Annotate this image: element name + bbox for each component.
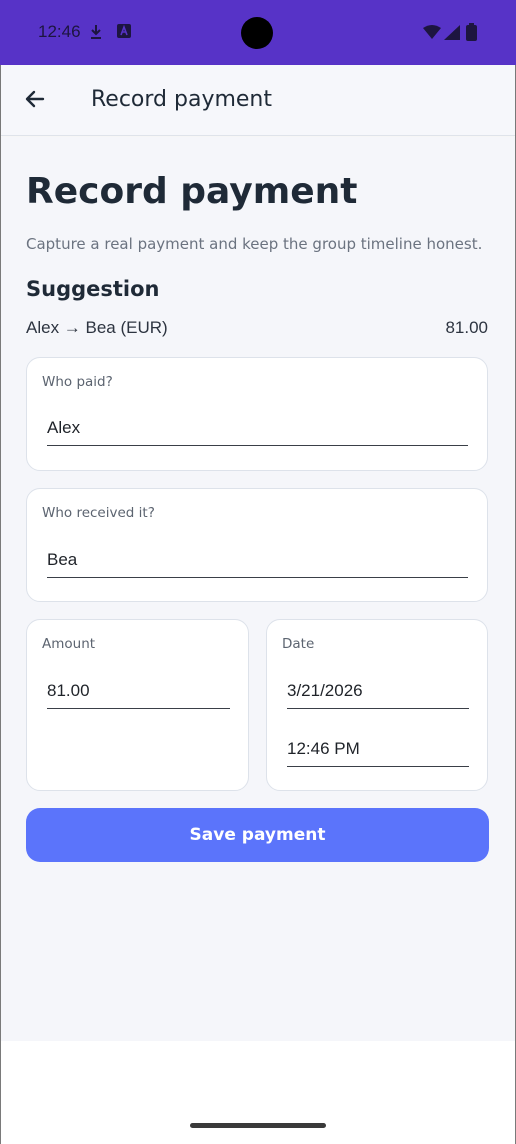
- who-received-label: Who received it?: [42, 505, 155, 521]
- who-received-card: Who received it? Bea: [26, 488, 488, 602]
- page-title: Record payment: [26, 171, 358, 212]
- amount-value: 81.00: [47, 681, 90, 700]
- date-label: Date: [282, 636, 315, 652]
- download-icon: [90, 24, 102, 45]
- amount-label: Amount: [42, 636, 96, 652]
- gesture-nav-area: [1, 1041, 515, 1144]
- date-card: Date 3/21/2026 12:46 PM: [266, 619, 488, 791]
- who-paid-value: Alex: [47, 418, 81, 437]
- save-payment-button[interactable]: Save payment: [26, 808, 489, 862]
- date-value: 3/21/2026: [287, 681, 363, 700]
- status-bar: 12:46: [0, 0, 516, 65]
- signal-icon: [444, 25, 460, 45]
- app-bar: Record payment: [1, 65, 515, 136]
- battery-icon: [466, 23, 477, 46]
- page-subtitle: Capture a real payment and keep the grou…: [26, 235, 483, 253]
- who-paid-label: Who paid?: [42, 374, 113, 390]
- who-paid-card: Who paid? Alex: [26, 357, 488, 471]
- back-button[interactable]: [17, 83, 53, 119]
- who-received-value: Bea: [47, 550, 78, 569]
- status-time: 12:46: [38, 22, 81, 41]
- a11y-icon: [117, 24, 131, 43]
- who-received-field[interactable]: Bea: [47, 548, 468, 578]
- app-bar-title: Record payment: [91, 87, 273, 112]
- who-paid-field[interactable]: Alex: [47, 416, 468, 446]
- amount-card: Amount 81.00: [26, 619, 249, 791]
- date-field[interactable]: 3/21/2026: [287, 679, 469, 709]
- suggestion-heading: Suggestion: [26, 277, 160, 301]
- time-value: 12:46 PM: [287, 739, 360, 758]
- wifi-icon: [423, 25, 441, 44]
- arrow-left-icon: [23, 87, 47, 116]
- home-indicator[interactable]: [190, 1123, 326, 1128]
- suggestion-amount: 81.00: [445, 318, 488, 337]
- suggestion-text: Alex → Bea (EUR): [26, 318, 168, 337]
- amount-field[interactable]: 81.00: [47, 679, 230, 709]
- time-field[interactable]: 12:46 PM: [287, 737, 469, 767]
- camera-cutout: [241, 17, 273, 49]
- main-content: Record payment Capture a real payment an…: [1, 137, 515, 1041]
